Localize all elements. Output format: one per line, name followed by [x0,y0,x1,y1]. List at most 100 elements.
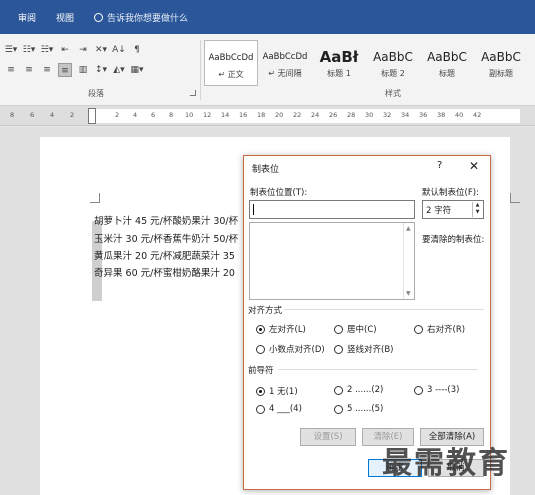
document-line[interactable]: 黄瓜果汁 20 元/杯减肥蔬菜汁 35 [94,248,235,262]
align-bar-radio[interactable]: 竖线对齐(B) [334,343,393,355]
radio-label: 4 ___(4) [269,404,302,414]
radio-label: 居中(C) [347,325,377,335]
ruler-tick: 20 [275,111,284,119]
tab-review[interactable]: 审阅 [18,11,36,24]
scroll-up-icon[interactable]: ▲ [406,225,411,232]
style-sample: AaBbC [481,50,521,64]
ruler-tick: 2 [115,111,120,119]
stepper-down-icon[interactable]: ▼ [473,209,482,216]
style-normal[interactable]: AaBbCcDd ↵ 正文 [204,40,258,86]
dialog-title: 制表位 [252,165,280,175]
ruler-tick: 14 [221,111,230,119]
style-name: ↵ 无间隔 [268,69,302,78]
align-left-radio[interactable]: 左对齐(L) [256,323,306,335]
leader-middot-radio[interactable]: 5 ......(5) [334,404,383,414]
ruler-tick: 2 [70,111,75,119]
sort-icon[interactable]: A↓ [112,43,126,57]
ruler-tick: 8 [169,111,174,119]
align-center-icon[interactable]: ≡ [22,63,36,77]
document-line[interactable]: 奇异果 60 元/杯蜜柑奶酪果汁 20 [94,265,235,279]
align-decimal-radio[interactable]: 小数点对齐(D) [256,343,325,355]
style-name: 副标题 [489,69,513,78]
ruler-tick: 10 [185,111,194,119]
justify-icon[interactable]: ≡ [58,63,72,77]
section-rule [278,369,478,370]
style-sample: AaBbC [427,50,467,64]
help-icon[interactable]: ? [437,160,442,171]
style-subtitle[interactable]: AaBbC 副标题 [474,40,528,86]
radio-label: 1 无(1) [269,387,298,397]
ruler-tick: 32 [383,111,392,119]
ruler-tick: 36 [419,111,428,119]
radio-dot [414,324,423,334]
style-heading-1[interactable]: AaBł 标题 1 [312,40,366,86]
align-center-radio[interactable]: 居中(C) [334,323,377,335]
tab-position-label: 制表位位置(T): [250,188,308,198]
tell-me-box[interactable]: 告诉我你想要做什么 [94,11,188,24]
align-right-icon[interactable]: ≡ [40,63,54,77]
style-sample: AaBbC [373,50,413,64]
leader-label: 前导符 [248,366,274,376]
borders-icon[interactable]: ▦▾ [130,63,144,77]
indent-marker[interactable] [88,108,96,124]
ruler-tick: 24 [311,111,320,119]
distributed-icon[interactable]: ▥ [76,63,90,77]
leader-underline-radio[interactable]: 4 ___(4) [256,404,302,414]
alignment-label: 对齐方式 [248,306,283,316]
default-tab-stepper[interactable]: 2 字符 ▲ ▼ [422,200,484,219]
ruler-tick: 4 [133,111,138,119]
stepper-up-icon[interactable]: ▲ [473,202,482,209]
radio-dot [256,324,265,334]
align-left-icon[interactable]: ≡ [4,63,18,77]
set-button[interactable]: 设置(S) [300,428,356,446]
show-marks-icon[interactable]: ¶ [130,43,144,57]
stepper-buttons[interactable]: ▲ ▼ [472,202,482,217]
decrease-indent-icon[interactable]: ⇤ [58,43,72,57]
align-right-radio[interactable]: 右对齐(R) [414,323,465,335]
multilevel-list-icon[interactable]: ☵▾ [40,43,54,57]
line-spacing-icon[interactable]: ↕▾ [94,63,108,77]
leader-dots-radio[interactable]: 2 ......(2) [334,385,383,395]
close-icon[interactable]: ✕ [469,159,479,173]
watermark-logo: 最需教育 [382,446,510,481]
style-no-spacing[interactable]: AaBbCcDd ↵ 无间隔 [258,40,312,86]
radio-label: 左对齐(L) [269,325,306,335]
leader-dashes-radio[interactable]: 3 ----(3) [414,385,459,395]
style-name: ↵ 正文 [218,70,244,79]
ruler-tick: 6 [30,111,35,119]
leader-none-radio[interactable]: 1 无(1) [256,385,298,397]
ruler-tick: 40 [455,111,464,119]
tell-me-text: 告诉我你想要做什么 [107,13,189,24]
radio-dot [256,404,265,414]
radio-dot [334,385,343,395]
default-tab-value: 2 字符 [426,206,452,216]
leader-section: 前导符 [248,364,488,376]
tab-view[interactable]: 视图 [56,11,74,24]
document-line[interactable]: 胡萝卜汁 45 元/杯酸奶果汁 30/杯 [94,213,238,227]
ruler-tick: 22 [293,111,302,119]
tab-stop-list[interactable]: ▲ ▼ [249,222,415,300]
radio-dot [256,344,265,354]
chinese-layout-icon[interactable]: ✕▾ [94,43,108,57]
horizontal-ruler[interactable]: 8 6 4 2 2 4 6 8 10 12 14 16 18 20 22 24 … [0,106,535,126]
document-line[interactable]: 玉米汁 30 元/杯香蕉牛奶汁 50/杯 [94,231,238,245]
increase-indent-icon[interactable]: ⇥ [76,43,90,57]
scroll-down-icon[interactable]: ▼ [406,290,411,297]
ruler-tick: 16 [239,111,248,119]
numbering-icon[interactable]: ☷▾ [22,43,36,57]
radio-dot [256,386,265,396]
tab-position-input[interactable] [249,200,415,219]
list-scrollbar[interactable]: ▲ ▼ [403,223,414,299]
bullets-icon[interactable]: ☰▾ [4,43,18,57]
style-title[interactable]: AaBbC 标题 [420,40,474,86]
ruler-tick: 18 [257,111,266,119]
styles-gallery: AaBbCcDd ↵ 正文 AaBbCcDd ↵ 无间隔 AaBł 标题 1 A… [204,40,535,86]
style-name: 标题 2 [381,69,405,78]
shading-icon[interactable]: ◭▾ [112,63,126,77]
style-heading-2[interactable]: AaBbC 标题 2 [366,40,420,86]
radio-label: 右对齐(R) [427,325,466,335]
radio-label: 5 ......(5) [347,404,384,414]
paragraph-group-label: 段落 [88,89,104,98]
ruler-tick: 38 [437,111,446,119]
paragraph-launcher-icon[interactable] [190,90,196,96]
